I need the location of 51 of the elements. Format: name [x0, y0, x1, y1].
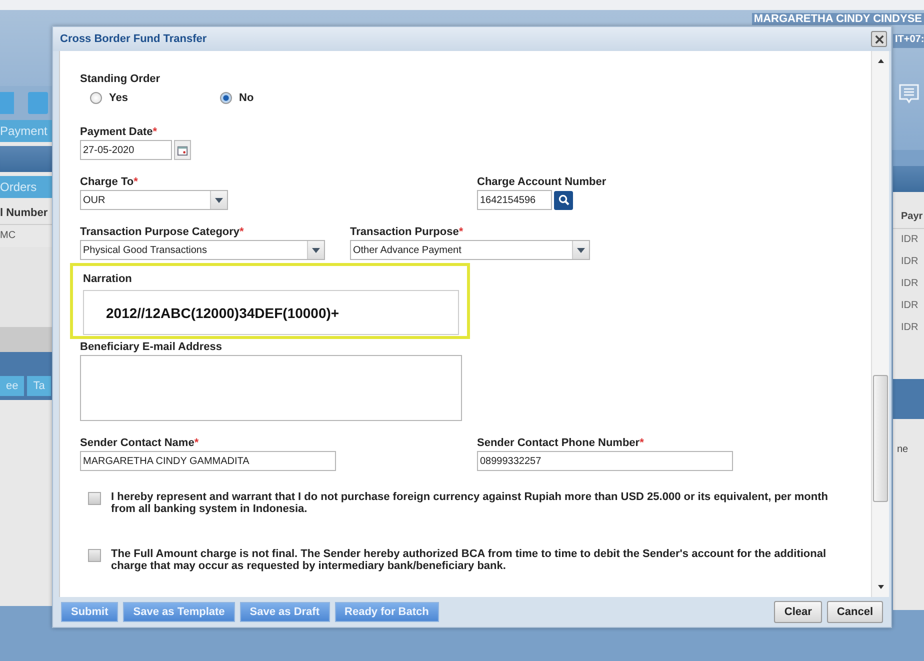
action-button[interactable]: Clear — [774, 601, 822, 623]
column-header: Payr — [893, 206, 924, 229]
table-cell-text: IDR — [900, 277, 920, 291]
search-button[interactable] — [554, 190, 573, 210]
email-field[interactable] — [80, 355, 462, 421]
account-field[interactable]: 1642154596 — [477, 190, 552, 210]
checkbox[interactable] — [88, 492, 101, 505]
action-button[interactable]: Cancel — [826, 601, 883, 623]
phone-field[interactable]: 08999332257 — [477, 451, 733, 471]
field-label: Sender Contact Phone Number* — [477, 437, 645, 451]
field-label: Payment Date* — [80, 126, 158, 140]
close-button[interactable] — [871, 31, 887, 47]
radio-option[interactable]: No — [220, 92, 350, 104]
declaration-text: The Full Amount charge is not final. The Sender hereby authorized BCA from time to time to debit the Sender's account for the additional charge that may occur as requested by intermediary bank/beneficiary bank. — [111, 548, 828, 572]
calendar-button[interactable] — [174, 140, 191, 160]
search-icon — [558, 194, 570, 206]
field-label: Transaction Purpose Category* — [80, 226, 245, 240]
calendar-icon — [177, 144, 188, 156]
table-cell-text: IDR — [900, 255, 920, 269]
table-cell-text: MC — [0, 229, 17, 243]
table-cell-text: IDR — [900, 321, 920, 335]
section-bar — [893, 166, 924, 192]
caret-icon — [210, 191, 227, 209]
field-label: Narration — [83, 273, 133, 287]
charge-to-select[interactable]: OUR — [80, 190, 228, 210]
field-label: Sender Contact Name* — [80, 437, 200, 451]
purpose-select[interactable]: Other Advance Payment — [350, 240, 590, 260]
field-label: Beneficiary E-mail Address — [80, 341, 224, 355]
close-icon — [874, 34, 884, 44]
column-header: ne — [896, 444, 910, 455]
time-text: IT+07: — [893, 34, 924, 48]
table-cell-text: IDR — [900, 233, 920, 247]
name-field[interactable]: MARGARETHA CINDY GAMMADITA — [80, 451, 336, 471]
table-cell-text: IDR — [900, 299, 920, 313]
user-name: MARGARETHA CINDY CINDYSE — [752, 13, 924, 25]
dialog-title: Cross Border Fund Transfer — [60, 33, 207, 45]
field-label: Charge To* — [80, 176, 139, 190]
declaration-text: I hereby represent and warrant that I do not purchase foreign currency against Rupiah more than USD 25.000 or its equivalent, per month from all banking system in Indonesia. — [111, 491, 829, 515]
checkbox[interactable] — [88, 549, 101, 562]
caret-icon — [572, 241, 589, 259]
scrollbar[interactable] — [871, 51, 889, 597]
field-label: Transaction Purpose* — [350, 226, 464, 240]
narration-field[interactable]: 2012//12ABC(12000)34DEF(10000)+ — [83, 290, 459, 335]
caret-icon — [307, 241, 324, 259]
date-field[interactable]: 27-05-2020 — [80, 140, 172, 160]
category-select[interactable]: Physical Good Transactions — [80, 240, 325, 260]
message-icon[interactable] — [897, 82, 921, 106]
field-label: Charge Account Number — [477, 176, 606, 190]
field-label: Standing Order — [80, 73, 162, 87]
section-bar — [893, 379, 924, 419]
radio-option[interactable]: Yes — [90, 92, 220, 104]
